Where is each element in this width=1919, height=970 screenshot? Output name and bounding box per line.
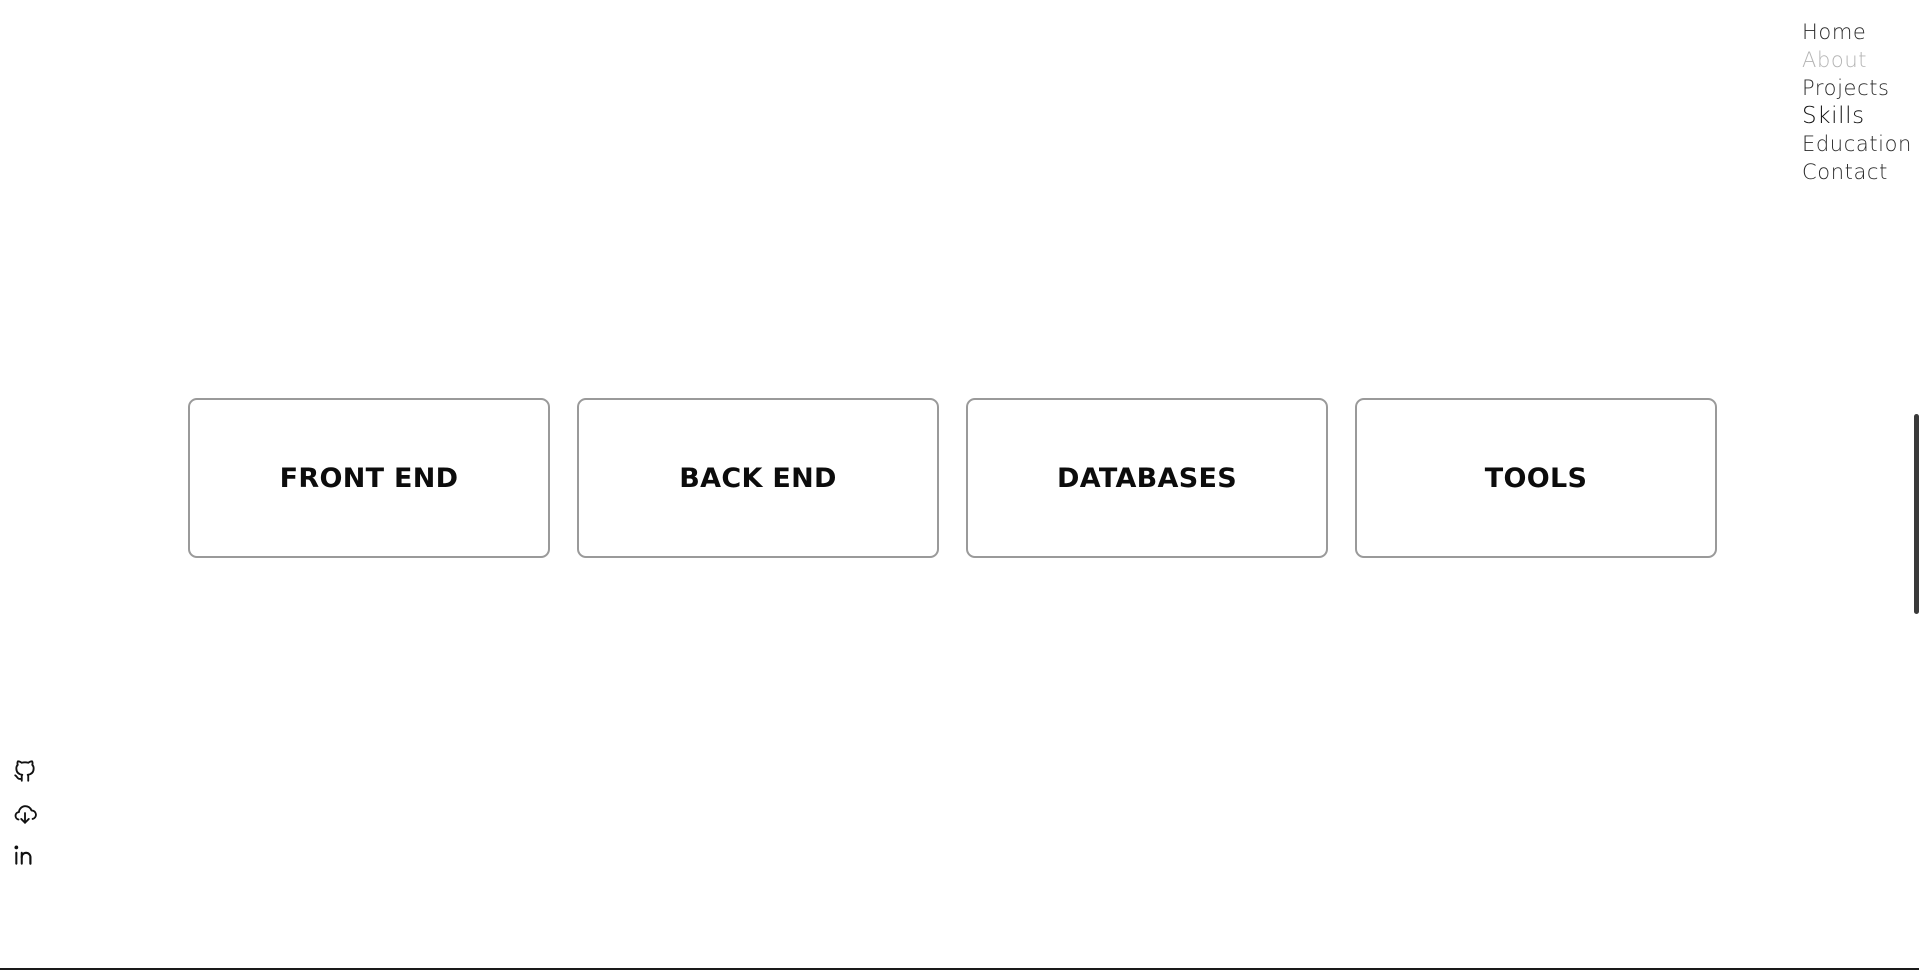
nav-item-about[interactable]: About	[1802, 48, 1912, 73]
nav-item-home[interactable]: Home	[1802, 20, 1912, 45]
main-nav: Home About Projects Skills Education Con…	[1802, 20, 1912, 185]
social-links	[12, 758, 38, 868]
github-link[interactable]	[12, 758, 38, 784]
resume-download-link[interactable]	[12, 800, 38, 826]
skills-cards: FRONT END BACK END DATABASES TOOLS	[188, 398, 1717, 558]
nav-item-projects[interactable]: Projects	[1802, 76, 1912, 101]
cloud-download-icon	[14, 805, 37, 824]
linkedin-icon	[14, 845, 32, 865]
page: Home About Projects Skills Education Con…	[0, 0, 1919, 970]
skill-card-databases[interactable]: DATABASES	[966, 398, 1328, 558]
linkedin-link[interactable]	[12, 842, 38, 868]
skill-card-front-end[interactable]: FRONT END	[188, 398, 550, 558]
scrollbar-thumb[interactable]	[1914, 414, 1919, 614]
nav-item-education[interactable]: Education	[1802, 132, 1912, 157]
github-icon	[14, 760, 35, 782]
skill-card-label: FRONT END	[279, 462, 459, 494]
nav-item-skills[interactable]: Skills	[1802, 104, 1912, 129]
scrollbar[interactable]	[1913, 0, 1919, 970]
skill-card-label: DATABASES	[1057, 462, 1237, 494]
skill-card-back-end[interactable]: BACK END	[577, 398, 939, 558]
skill-card-label: BACK END	[679, 462, 837, 494]
skill-card-tools[interactable]: TOOLS	[1355, 398, 1717, 558]
nav-item-contact[interactable]: Contact	[1802, 160, 1912, 185]
skill-card-label: TOOLS	[1484, 462, 1588, 494]
